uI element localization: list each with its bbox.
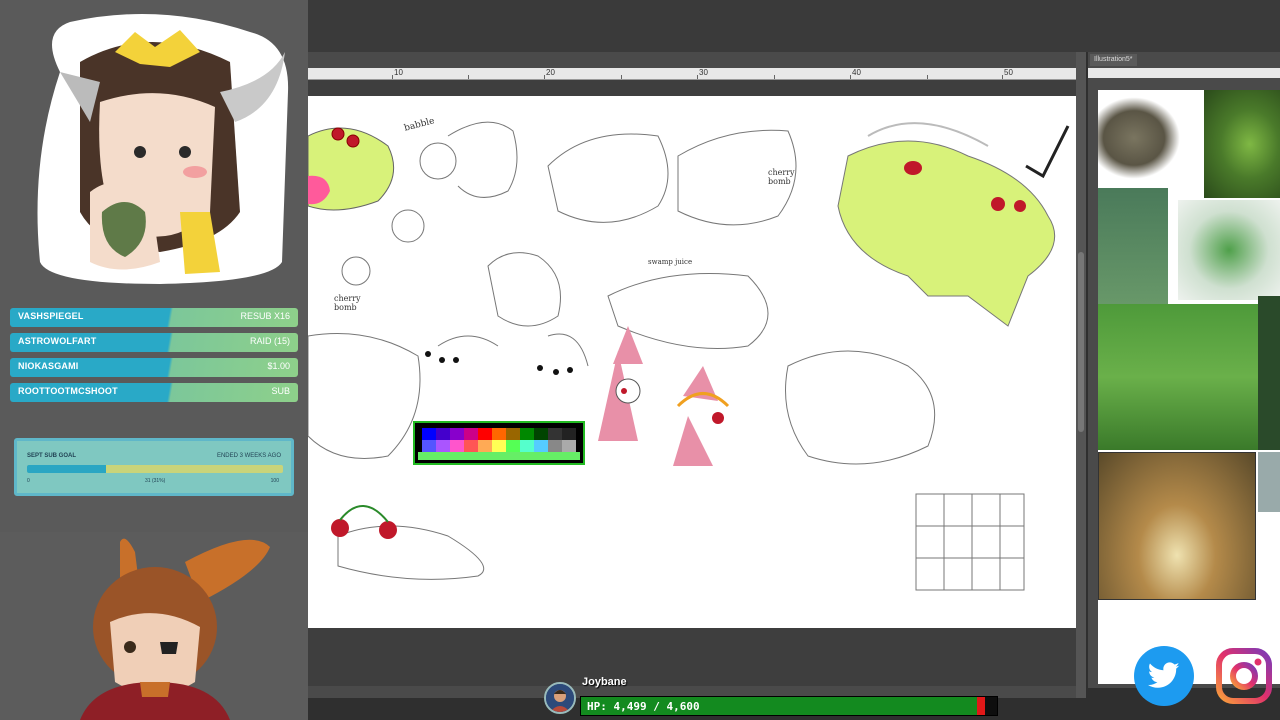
reference-photo-tree-frog — [1178, 200, 1280, 300]
reference-photo-blue-frog — [1258, 296, 1280, 450]
ruler-label: 10 — [394, 68, 403, 77]
ruler-label: 20 — [546, 68, 555, 77]
reference-photo-green-frog — [1204, 90, 1280, 198]
supporter-name: ROOTTOOTMCSHOOT — [18, 386, 118, 396]
supporter-event: $1.00 — [267, 361, 290, 371]
canvas-gutter — [308, 80, 1078, 96]
frog-sketches — [308, 121, 1070, 591]
viewer-avatar — [544, 682, 576, 714]
reference-photo-frog-small — [1258, 452, 1280, 512]
hp-bar-damage — [977, 697, 986, 715]
app-top-area — [308, 0, 1280, 52]
reference-photo-toad — [1098, 90, 1188, 186]
sub-goal-current: 31 (31%) — [145, 478, 166, 484]
sketch-note: cherry bomb — [334, 294, 361, 312]
reference-photo-frog-branch — [1098, 188, 1168, 312]
sub-goal-progress-fill — [27, 465, 107, 473]
sketch-note: swamp juice — [648, 258, 693, 266]
instagram-camera-glyph — [1216, 648, 1272, 704]
sub-goal-status: ENDED 3 WEEKS AGO — [216, 453, 281, 459]
supporter-row: NIOKASGAMI $1.00 — [10, 358, 298, 377]
scrollbar-thumb[interactable] — [1078, 252, 1084, 432]
hp-bar: HP: 4,499 / 4,600 — [580, 696, 998, 716]
reference-photo-singing-frog — [1098, 452, 1256, 600]
supporter-name: ASTROWOLFART — [18, 336, 97, 346]
ruler-label: 40 — [852, 68, 861, 77]
supporter-event: RAID (15) — [249, 336, 290, 346]
sketch-note: cherry bomb — [768, 168, 795, 186]
canvas-vertical-scrollbar[interactable] — [1076, 52, 1086, 698]
drawing-app-window: 10 20 30 40 50 babble cherry bomb cherry… — [308, 0, 1280, 720]
recent-supporters-list: VASHSPIEGEL RESUB X16 ASTROWOLFART RAID … — [10, 308, 298, 408]
reference-window-tab[interactable]: Illustration5* — [1090, 54, 1137, 66]
twitter-icon[interactable] — [1134, 646, 1194, 706]
horizontal-ruler: 10 20 30 40 50 — [308, 68, 1078, 80]
sub-goal-min: 0 — [27, 478, 30, 484]
supporter-name: VASHSPIEGEL — [18, 311, 84, 321]
supporter-name: NIOKASGAMI — [18, 361, 79, 371]
sub-goal-max: 100 — [270, 478, 279, 484]
hp-text: HP: 4,499 / 4,600 — [587, 700, 700, 713]
hp-player-name: Joybane — [582, 676, 627, 688]
reference-photo-frog-snail — [1098, 304, 1258, 450]
canvas-window-titlebar — [308, 52, 1078, 68]
ruler-label: 50 — [1004, 68, 1013, 77]
reference-ruler — [1088, 68, 1280, 78]
supporter-event: SUB — [271, 386, 290, 396]
supporter-event: RESUB X16 — [240, 311, 290, 321]
canvas-bottom-area — [308, 628, 1078, 686]
stream-overlay-panel: VASHSPIEGEL RESUB X16 ASTROWOLFART RAID … — [0, 0, 308, 720]
instagram-icon[interactable] — [1214, 646, 1274, 706]
supporter-row: VASHSPIEGEL RESUB X16 — [10, 308, 298, 327]
supporter-row: ROOTTOOTMCSHOOT SUB — [10, 383, 298, 402]
twitter-bird-glyph — [1147, 662, 1180, 688]
drawing-canvas[interactable]: babble cherry bomb cherry bomb swamp jui… — [308, 96, 1076, 628]
stream-screen: VASHSPIEGEL RESUB X16 ASTROWOLFART RAID … — [0, 0, 1280, 720]
ruler-label: 30 — [699, 68, 708, 77]
sub-goal-widget: SEPT SUB GOAL ENDED 3 WEEKS AGO 0 31 (31… — [14, 438, 294, 496]
vtuber-avatar — [0, 532, 308, 720]
sub-goal-title: SEPT SUB GOAL — [27, 453, 77, 459]
reference-canvas[interactable] — [1098, 90, 1280, 684]
supporter-row: ASTROWOLFART RAID (15) — [10, 333, 298, 352]
emote-sticker-image — [37, 14, 289, 284]
avatar-illustration — [80, 538, 270, 720]
viewer-avatar-glyph — [546, 684, 574, 712]
sub-goal-progress-bar — [27, 465, 283, 473]
reference-window: Illustration5* — [1088, 52, 1280, 688]
